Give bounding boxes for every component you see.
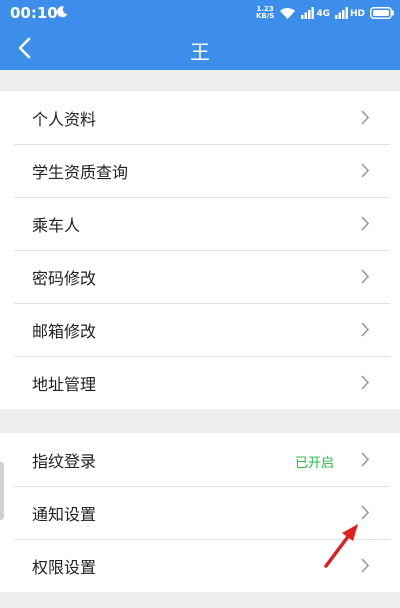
menu-item-label: 密码修改 — [32, 269, 97, 288]
edge-tab[interactable] — [0, 462, 4, 520]
menu-item-label: 通知设置 — [32, 505, 97, 524]
menu-item-label: 乘车人 — [32, 216, 81, 235]
menu-item-change-email[interactable]: 邮箱修改 — [0, 303, 400, 356]
menu-item-label: 邮箱修改 — [32, 322, 97, 341]
signal-2: HD — [334, 7, 365, 19]
menu-item-label: 学生资质查询 — [32, 163, 129, 182]
page-title: 王 — [190, 40, 210, 64]
menu-item-fingerprint-login[interactable]: 指纹登录 已开启 — [0, 433, 400, 486]
menu-item-profile[interactable]: 个人资料 — [0, 91, 400, 144]
menu-item-label: 个人资料 — [32, 110, 97, 129]
menu-item-address-management[interactable]: 地址管理 — [0, 356, 400, 409]
signal-icon — [334, 7, 348, 19]
status-time: 00:10 — [10, 4, 58, 22]
chevron-right-icon — [361, 322, 370, 337]
signal-1: 4G — [301, 7, 330, 19]
battery-icon — [370, 7, 394, 19]
chevron-right-icon — [361, 110, 370, 125]
fingerprint-status: 已开启 — [294, 456, 334, 471]
signal-1-label: 4G — [316, 9, 330, 19]
menu-item-label: 地址管理 — [32, 375, 97, 394]
menu-item-passengers[interactable]: 乘车人 — [0, 197, 400, 250]
menu-item-student-qualification[interactable]: 学生资质查询 — [0, 144, 400, 197]
chevron-right-icon — [361, 163, 370, 178]
nav-bar: 王 — [0, 27, 400, 70]
chevron-right-icon — [361, 269, 370, 284]
chevron-right-icon — [361, 452, 370, 467]
settings-group-account: 个人资料 学生资质查询 乘车人 密码修改 邮箱修改 地址管理 — [0, 91, 400, 409]
signal-2-label: HD — [349, 9, 365, 19]
signal-icon — [301, 7, 315, 19]
chevron-right-icon — [361, 505, 370, 520]
menu-item-label: 指纹登录 — [32, 452, 97, 471]
chevron-right-icon — [361, 216, 370, 231]
network-speed: 1.23 KB/S — [255, 5, 275, 20]
moon-icon — [56, 6, 68, 18]
chevron-right-icon — [361, 375, 370, 390]
pointer-arrow-icon — [324, 524, 358, 568]
wifi-icon — [280, 8, 296, 19]
menu-item-label: 权限设置 — [32, 558, 97, 577]
status-bar: 00:10 1.23 KB/S 4G HD — [0, 0, 400, 27]
status-icons: 1.23 KB/S 4G HD — [256, 4, 394, 22]
menu-item-change-password[interactable]: 密码修改 — [0, 250, 400, 303]
